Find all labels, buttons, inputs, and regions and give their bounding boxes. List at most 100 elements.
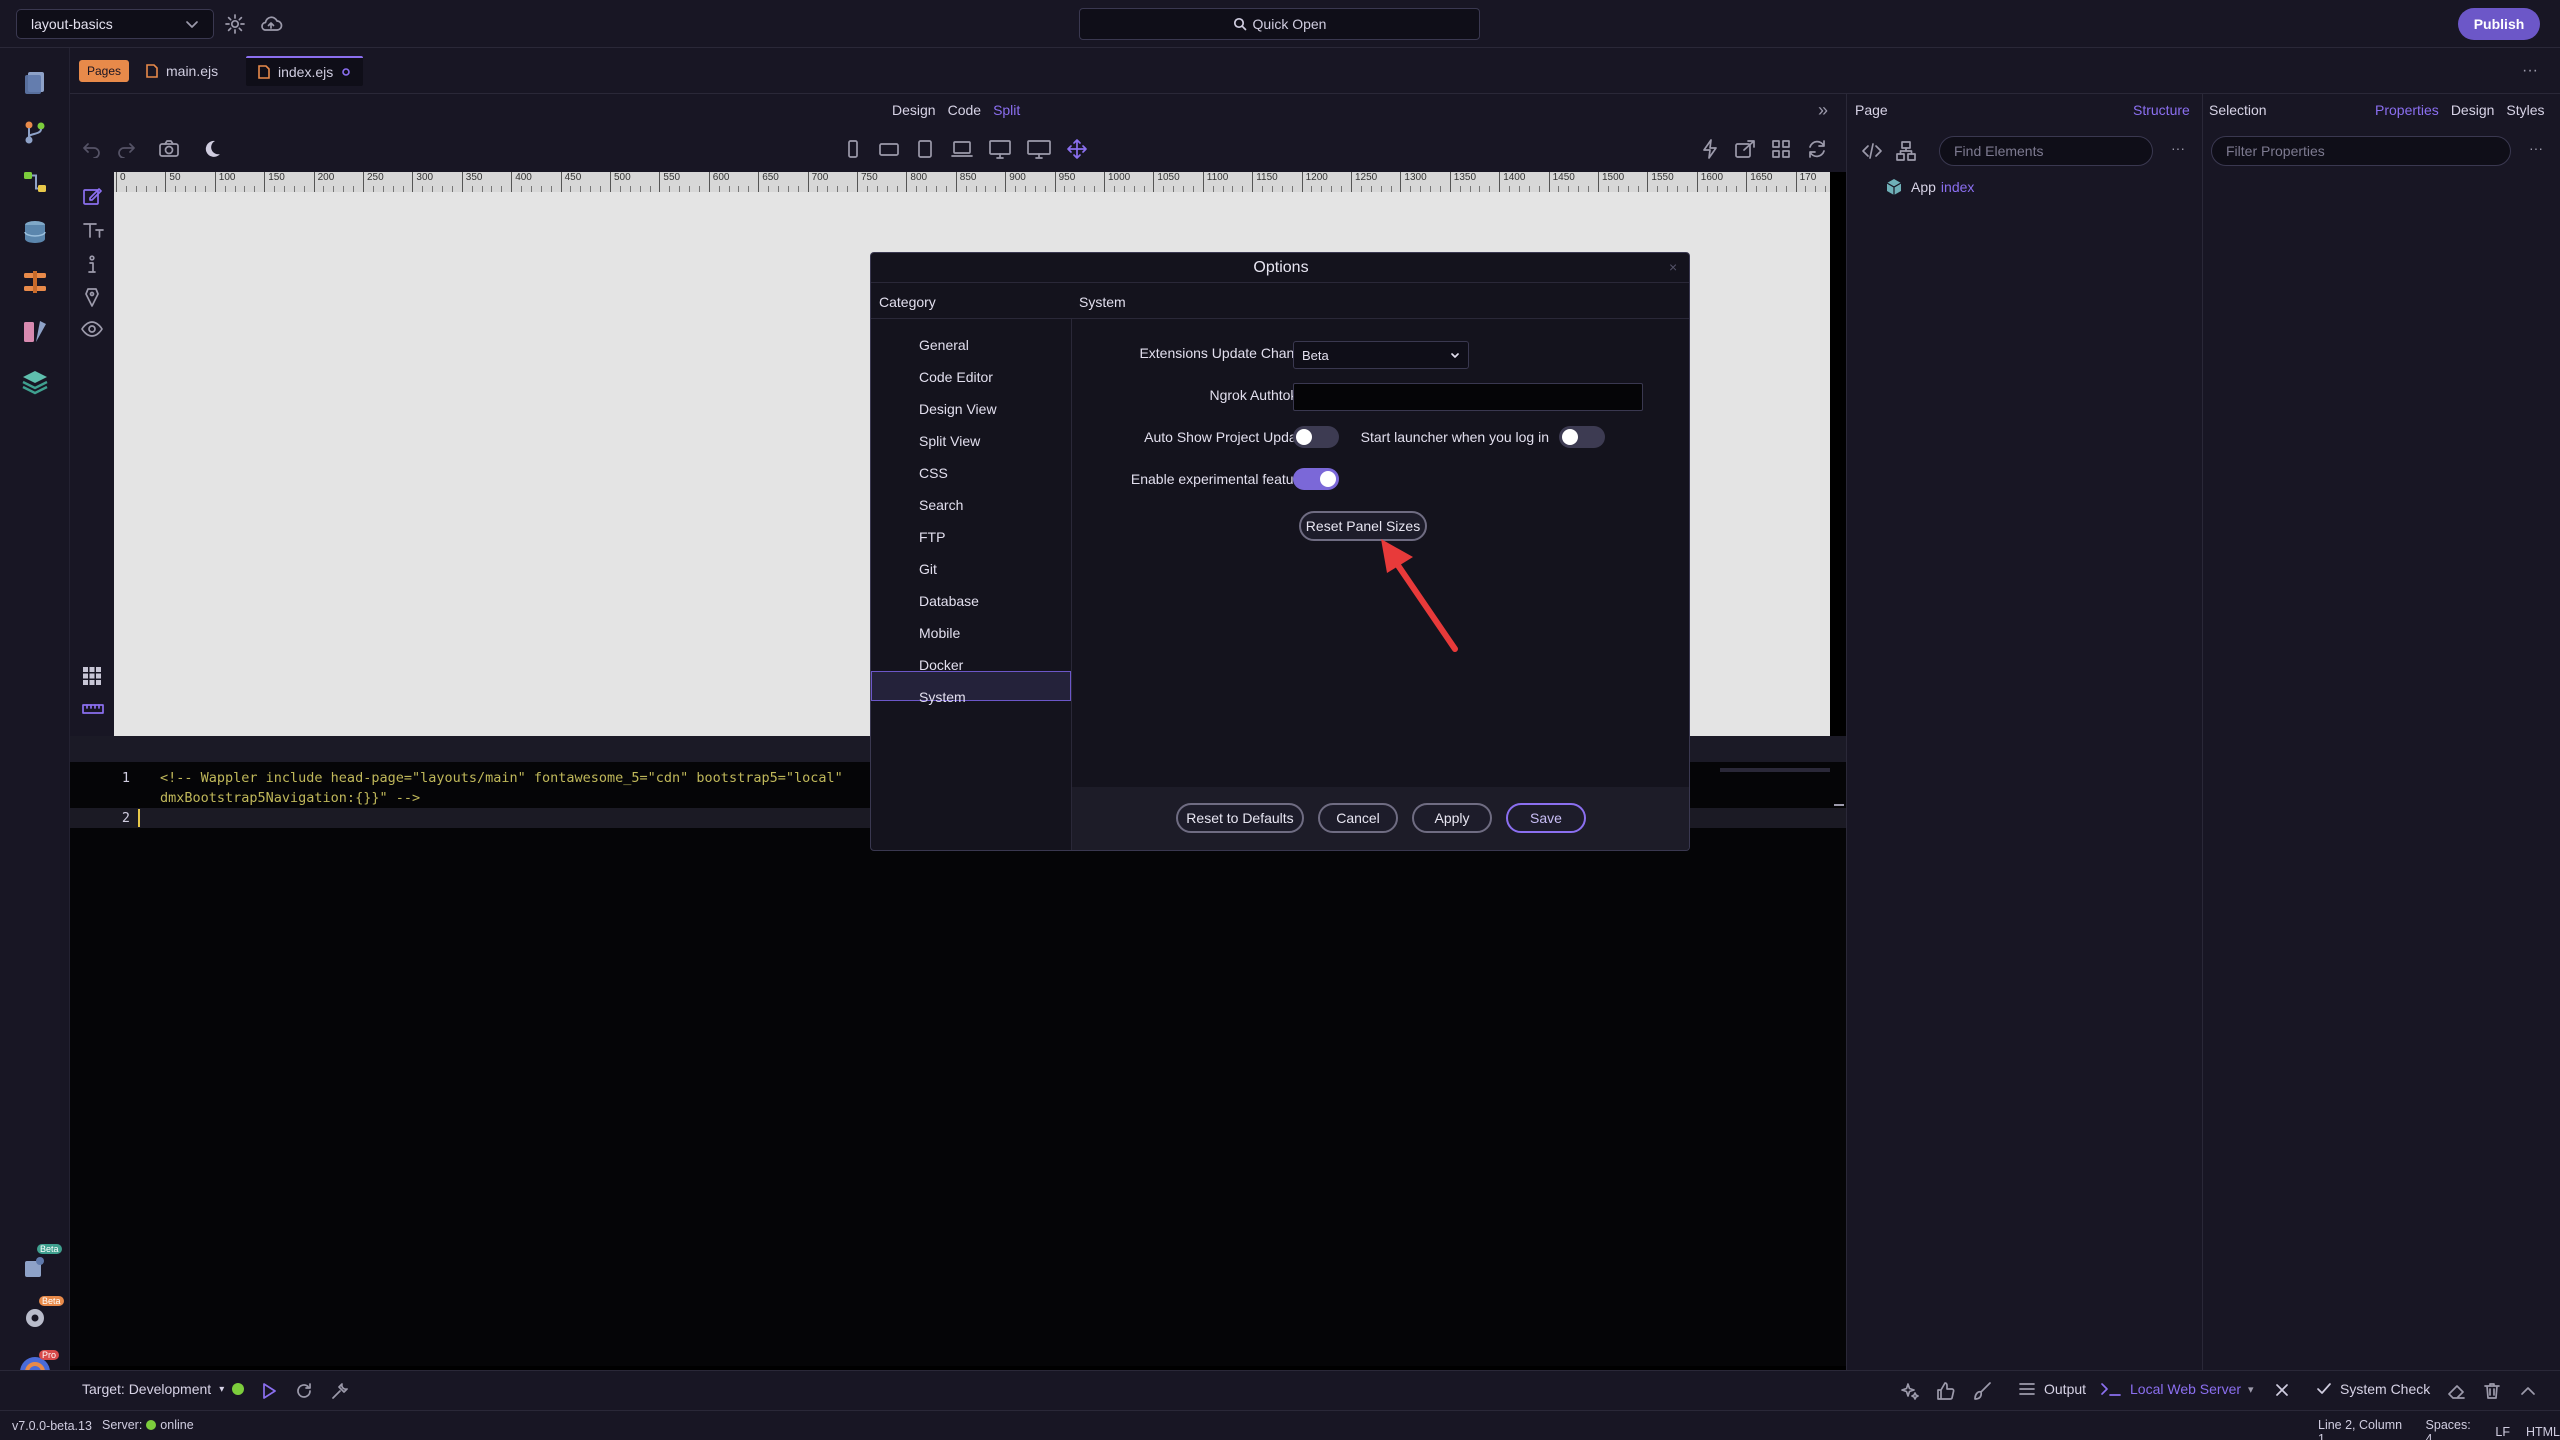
- line-ending[interactable]: LF: [2495, 1425, 2510, 1439]
- split-view-button[interactable]: Split: [993, 102, 1020, 118]
- category-code-editor[interactable]: Code Editor: [919, 369, 993, 385]
- desktop-icon[interactable]: [988, 138, 1012, 160]
- tree-item-app[interactable]: App index: [1885, 178, 1974, 196]
- category-general[interactable]: General: [919, 337, 969, 353]
- trash-icon[interactable]: [2482, 1381, 2502, 1401]
- project-select[interactable]: layout-basics: [16, 9, 214, 39]
- eye-icon[interactable]: [81, 320, 103, 338]
- component-tree-icon[interactable]: [1895, 140, 1917, 162]
- language-mode[interactable]: HTML: [2526, 1425, 2560, 1439]
- undo-icon[interactable]: [82, 140, 102, 158]
- phone-landscape-icon[interactable]: [878, 138, 900, 160]
- camera-icon[interactable]: [158, 139, 180, 159]
- database-icon[interactable]: [17, 214, 53, 250]
- brush-icon[interactable]: [1972, 1381, 1992, 1401]
- cloud-icon[interactable]: [258, 13, 284, 35]
- cursor-position[interactable]: Line 2, Column 1: [2318, 1418, 2410, 1440]
- more-icon[interactable]: ···: [2522, 62, 2538, 80]
- category-docker[interactable]: Docker: [919, 657, 963, 673]
- lightning-icon[interactable]: [1700, 138, 1720, 160]
- edit-icon[interactable]: [82, 186, 102, 206]
- local-server-tab[interactable]: Local Web Server: [2100, 1381, 2241, 1397]
- experimental-toggle[interactable]: [1293, 468, 1339, 490]
- element-tools: [70, 172, 114, 762]
- git-branch-icon[interactable]: [17, 114, 53, 150]
- category-split-view[interactable]: Split View: [919, 433, 980, 449]
- design-view-button[interactable]: Design: [892, 102, 936, 118]
- update-channel-select[interactable]: Beta: [1293, 341, 1469, 369]
- tab-styles[interactable]: Styles: [2506, 102, 2544, 118]
- redo-icon[interactable]: [116, 140, 136, 158]
- thumbs-up-icon[interactable]: [1936, 1381, 1956, 1401]
- wrench-icon[interactable]: [330, 1381, 350, 1401]
- wide-desktop-icon[interactable]: [1026, 138, 1052, 160]
- pages-badge[interactable]: Pages: [79, 60, 130, 82]
- filter-properties-input[interactable]: Filter Properties: [2211, 136, 2511, 166]
- publish-button[interactable]: Publish: [2458, 8, 2540, 40]
- refresh-icon[interactable]: [1806, 138, 1828, 160]
- category-system[interactable]: System: [919, 689, 966, 705]
- quick-open-button[interactable]: Quick Open: [1079, 8, 1480, 40]
- cancel-button[interactable]: Cancel: [1318, 803, 1398, 833]
- code-view-button[interactable]: Code: [948, 102, 981, 118]
- reset-defaults-button[interactable]: Reset to Defaults: [1176, 803, 1304, 833]
- system-check-button[interactable]: System Check: [2316, 1381, 2430, 1397]
- start-launcher-toggle[interactable]: [1559, 426, 1605, 448]
- dialog-close-icon[interactable]: ×: [1669, 259, 1677, 275]
- category-git[interactable]: Git: [919, 561, 937, 577]
- restart-icon[interactable]: [294, 1381, 314, 1401]
- ngrok-input[interactable]: [1293, 383, 1643, 411]
- indent-spaces[interactable]: Spaces: 4: [2426, 1418, 2480, 1440]
- tab-design[interactable]: Design: [2451, 102, 2495, 118]
- workflow-icon[interactable]: [17, 164, 53, 200]
- minimap[interactable]: [1720, 768, 1830, 772]
- grid-icon[interactable]: [1770, 138, 1792, 160]
- api-icon[interactable]: [17, 264, 53, 300]
- phone-portrait-icon[interactable]: [842, 138, 864, 160]
- settings-icon[interactable]: Beta: [17, 1296, 64, 1336]
- auto-show-toggle[interactable]: [1293, 426, 1339, 448]
- apps-grid-icon[interactable]: [82, 666, 102, 686]
- find-elements-input[interactable]: Find Elements: [1939, 136, 2153, 166]
- more-icon[interactable]: ···: [2529, 140, 2543, 156]
- ruler-icon[interactable]: [82, 702, 104, 716]
- double-chevron-right-icon[interactable]: »: [1818, 100, 1828, 121]
- fit-screen-icon[interactable]: [1066, 138, 1088, 160]
- laptop-icon[interactable]: [950, 138, 974, 160]
- pages-icon[interactable]: [17, 64, 53, 100]
- target-select[interactable]: Target: Development ▾: [82, 1381, 245, 1397]
- play-icon[interactable]: [260, 1382, 278, 1400]
- category-css[interactable]: CSS: [919, 465, 948, 481]
- info-icon[interactable]: [84, 254, 100, 274]
- close-icon[interactable]: [2274, 1382, 2290, 1398]
- tag-icon[interactable]: [82, 286, 102, 308]
- text-icon[interactable]: [82, 220, 104, 240]
- tab-structure[interactable]: Structure: [2133, 102, 2190, 118]
- category-ftp[interactable]: FTP: [919, 529, 945, 545]
- category-database[interactable]: Database: [919, 593, 979, 609]
- category-search[interactable]: Search: [919, 497, 963, 513]
- sparkle-icon[interactable]: [1900, 1381, 1920, 1401]
- code-icon[interactable]: [1861, 142, 1883, 160]
- assets-icon[interactable]: [17, 314, 53, 350]
- eraser-icon[interactable]: [2446, 1381, 2466, 1401]
- apply-button[interactable]: Apply: [1412, 803, 1492, 833]
- category-mobile[interactable]: Mobile: [919, 625, 960, 641]
- tab-index-ejs[interactable]: index.ejs: [246, 56, 364, 86]
- chevron-up-icon[interactable]: [2518, 1381, 2538, 1401]
- output-button[interactable]: Output: [2018, 1381, 2086, 1397]
- caret-down-icon[interactable]: ▾: [2248, 1383, 2254, 1396]
- tab-main-ejs[interactable]: main.ejs: [134, 56, 230, 86]
- tab-properties[interactable]: Properties: [2375, 102, 2439, 118]
- gear-icon[interactable]: [224, 13, 246, 35]
- code-editor[interactable]: 1 <!-- Wappler include head-page="layout…: [70, 762, 1846, 1366]
- extensions-icon[interactable]: Beta: [17, 1244, 62, 1284]
- tablet-icon[interactable]: [914, 138, 936, 160]
- save-button[interactable]: Save: [1506, 803, 1586, 833]
- share-icon[interactable]: [1734, 138, 1756, 160]
- category-design-view[interactable]: Design View: [919, 401, 997, 417]
- panel-title: Page: [1855, 102, 1888, 118]
- layers-icon[interactable]: [17, 364, 53, 400]
- dark-mode-icon[interactable]: [202, 139, 222, 159]
- more-icon[interactable]: ···: [2171, 140, 2185, 156]
